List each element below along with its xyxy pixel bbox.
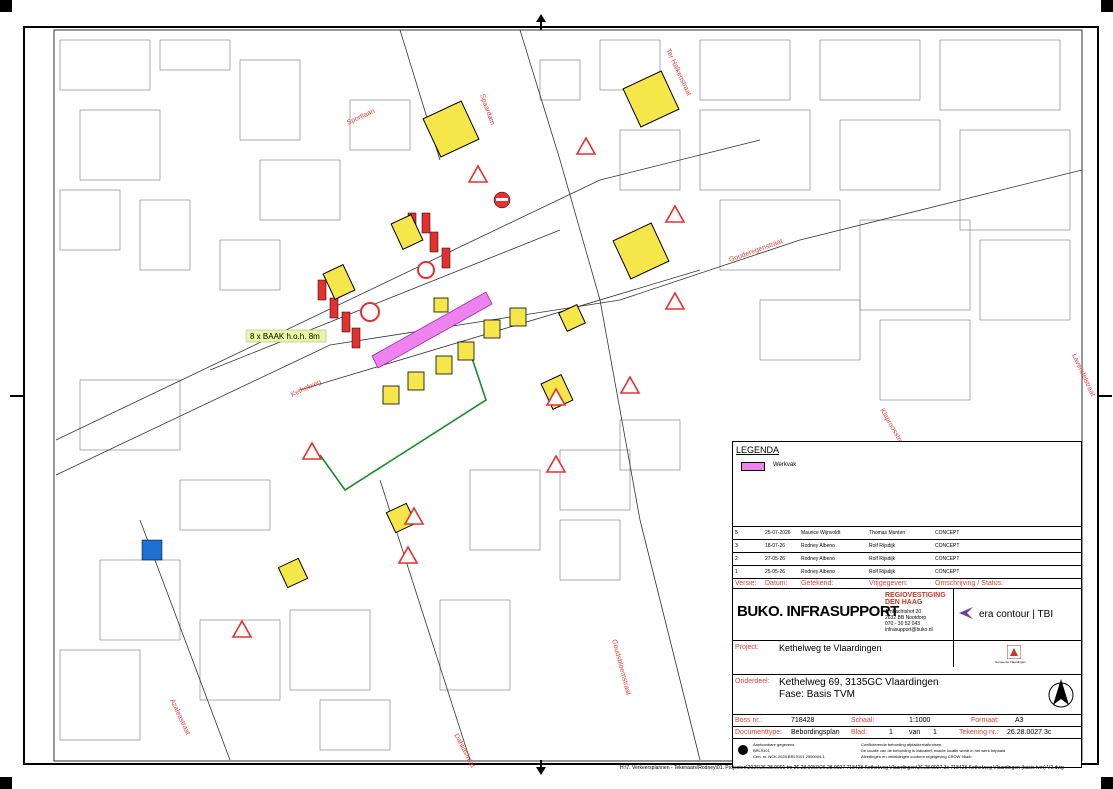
drawing-number: 26.28.0027.3c [1007, 729, 1052, 736]
project-label: Project: [735, 644, 759, 651]
revision-cell: 27-05-26 [765, 556, 786, 562]
file-path: H:\7. Verkeersplannen - Tekenaars\Rodney… [620, 765, 1064, 771]
note-1: Conflicterende bebording afplakken/afkru… [861, 742, 942, 747]
revision-header-cell: Vrijgegeven: [869, 580, 908, 587]
revision-cell: Maurice Wijnvoldt [801, 530, 841, 536]
revision-cell: 25-07-2026 [765, 530, 791, 536]
partner-logo: era contour | TBI [979, 609, 1054, 620]
drawing-sheet: Sportlaan Spaardam Ter Halkenstraat Goudere… [0, 0, 1113, 789]
revision-cell: Rodney Albeno [801, 543, 835, 549]
revision-cell: 18-07-26 [765, 543, 786, 549]
corner-mark [1101, 777, 1113, 789]
title-block: LEGENDA Werkvak 5 25-07-2026 Maurice Wijnv… [732, 441, 1082, 768]
cert-line-2: BRL9101 [753, 748, 770, 753]
cert-line-3: Cert. nr. NCK.2025.BRL9101.2500004-1 [753, 754, 825, 759]
revision-row: 1 25-05-26 Rodney Albeno Rolf Rijsdijk CONCE… [733, 565, 1081, 579]
format-label: Formaat: [971, 717, 1000, 724]
revision-row: 5 25-07-2026 Maurice Wijnvoldt Thomas Munte… [733, 526, 1081, 540]
revision-cell: CONCEPT [935, 569, 960, 575]
drawing-number-label: Tekening nr.: [959, 729, 999, 736]
revision-header-cell: Omschrijving / Status: [935, 580, 1004, 587]
revision-cell: Rodney Albeno [801, 556, 835, 562]
project-row: Project: Kethelweg te Vlaardingen Gemeen… [733, 640, 1081, 667]
company-block: BUKO. INFRASUPPORT REGIOVESTIGING DEN HA… [733, 588, 1081, 641]
cert-line-1: Aantoonbare gegevens [753, 742, 795, 747]
scale-label: Schaal: [851, 717, 875, 724]
legend-item-werkvak: Werkvak [773, 462, 797, 468]
revision-header-cell: Versie: [735, 580, 757, 587]
region-title: REGIOVESTIGING DEN HAAG [885, 592, 946, 606]
revision-cell: CONCEPT [935, 543, 960, 549]
project-name: Kethelweg te Vlaardingen [779, 643, 882, 653]
revision-cell: 25-05-26 [765, 569, 786, 575]
era-contour-icon [959, 607, 973, 619]
revision-cell: Rolf Rijsdijk [869, 569, 896, 575]
revision-header-cell: Datum: [765, 580, 788, 587]
buko-logo: BUKO. INFRASUPPORT [737, 603, 899, 620]
revision-cell: Rolf Rijsdijk [869, 556, 896, 562]
sheet-value: 1 [889, 729, 893, 736]
corner-mark [1101, 0, 1113, 12]
note-2: De locatie van de bebording is indicatie… [861, 748, 1006, 753]
note-3: Afzettingen en omleidingen conform regel… [861, 754, 972, 759]
info-sign [141, 539, 163, 561]
format-value: A3 [1015, 717, 1024, 724]
revision-cell: 3 [735, 543, 738, 549]
corner-mark [0, 0, 12, 12]
revision-cell: CONCEPT [935, 530, 960, 536]
sheet-label: Blad: [851, 729, 867, 736]
corner-mark [0, 777, 12, 789]
municipality-name: Gemeente Vlaardingen [995, 660, 1026, 664]
sheet-total: 1 [933, 729, 937, 736]
onderdeel-row: Onderdeel: Kethelweg 69, 3135GC Vlaardin… [733, 674, 1081, 715]
onderdeel-label: Onderdeel: [735, 678, 770, 685]
onderdeel-line2: Fase: Basis TVM [779, 689, 855, 700]
revision-cell: 1 [735, 569, 738, 575]
doctype-label: Documenttype: [735, 729, 783, 736]
revision-cell: Rodney Albeno [801, 569, 835, 575]
werkvak-swatch [741, 462, 765, 471]
address-4: infrasupport@buko.nl [885, 627, 933, 633]
revision-cell: 5 [735, 530, 738, 536]
sheet-of: van [909, 729, 921, 736]
revision-cell: CONCEPT [935, 556, 960, 562]
revision-row: 3 18-07-26 Rodney Albeno Rolf Rijsdijk CONCE… [733, 539, 1081, 553]
legend-title: LEGENDA [736, 445, 780, 455]
revision-header-cell: Getekend: [801, 580, 834, 587]
barrier-callout-text: 8 x BAAK h.o.h. 8m [250, 332, 320, 341]
revision-cell: 2 [735, 556, 738, 562]
north-arrow-icon [1047, 677, 1075, 711]
onderdeel-line1: Kethelweg 69, 3135GC Vlaardingen [779, 677, 939, 688]
revision-cell: Thomas Munten [869, 530, 906, 536]
certification-icon [737, 743, 749, 757]
revision-cell: Rolf Rijsdijk [869, 543, 896, 549]
municipality-crest-icon [1006, 644, 1022, 660]
scale-value: 1:1000 [909, 717, 931, 724]
revision-row: 2 27-05-26 Rodney Albeno Rolf Rijsdijk CONCE… [733, 552, 1081, 566]
boss-label: Boss nr.: [735, 717, 763, 724]
boss-number: 718428 [791, 717, 815, 724]
doctype-value: Bebordingsplan [791, 729, 840, 736]
